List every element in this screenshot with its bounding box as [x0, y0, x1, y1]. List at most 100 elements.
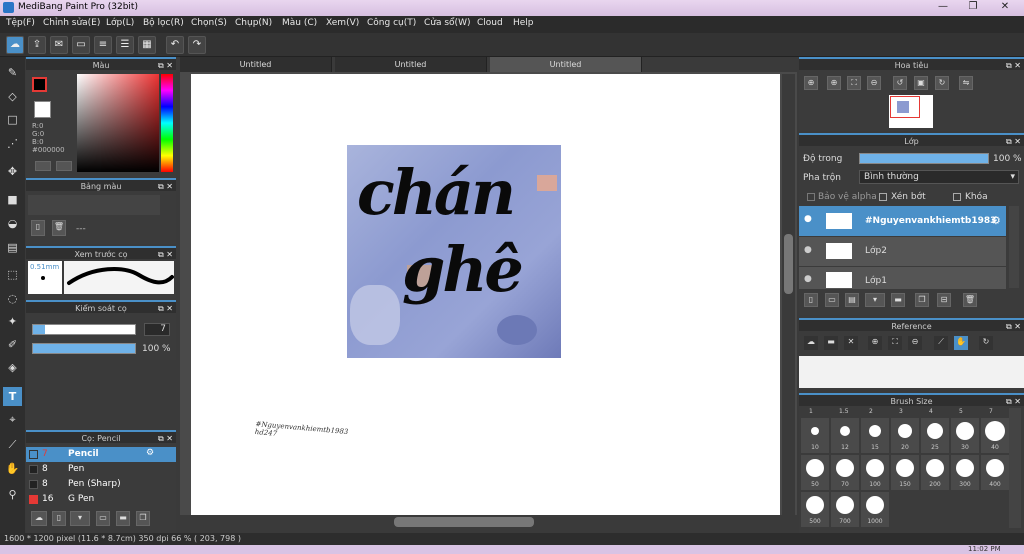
tab-untitled-3[interactable]: Untitled — [490, 57, 642, 72]
lock-checkbox[interactable] — [953, 193, 961, 201]
lasso-tool-icon[interactable]: ◌ — [3, 289, 22, 308]
panel-close-icon[interactable]: ⧉ ✕ — [158, 302, 173, 315]
close-button[interactable]: ✕ — [990, 1, 1020, 14]
delete-layer-icon[interactable]: 🗑 — [963, 293, 977, 307]
foreground-color-swatch[interactable] — [32, 77, 47, 92]
delete-palette-icon[interactable]: 🗑 — [52, 220, 66, 236]
layer-scrollbar[interactable] — [1009, 206, 1019, 288]
merge-layer-icon[interactable]: ⊟ — [937, 293, 951, 307]
menu-edit[interactable]: Chỉnh sửa(E) — [43, 18, 100, 28]
new-layer-icon[interactable]: ▯ — [804, 293, 818, 307]
dot-tool-icon[interactable]: ⋰ — [3, 134, 22, 153]
zoom-in-icon-2[interactable]: ⊕ — [827, 76, 841, 90]
brush-size-cell[interactable]: 700 — [831, 492, 859, 527]
color-settings-icon[interactable] — [35, 161, 51, 171]
menu-layer[interactable]: Lớp(L) — [106, 18, 134, 28]
clipping-checkbox[interactable] — [879, 193, 887, 201]
brush-size-scrollbar[interactable] — [1009, 408, 1021, 528]
document-icon[interactable]: ≡ — [94, 36, 112, 54]
cloud-icon[interactable]: ☁ — [804, 336, 818, 350]
select-tool-icon[interactable]: ⬚ — [3, 265, 22, 284]
menu-help[interactable]: Help — [513, 18, 534, 28]
menu-tools[interactable]: Công cụ(T) — [367, 18, 416, 28]
magic-wand-tool-icon[interactable]: ✦ — [3, 312, 22, 331]
zoom-in-icon[interactable]: ⊕ — [804, 76, 818, 90]
panel-close-icon[interactable]: ⧉ ✕ — [1006, 135, 1021, 148]
panel-close-icon[interactable]: ⧉ ✕ — [158, 180, 173, 193]
select-pen-tool-icon[interactable]: ✐ — [3, 335, 22, 354]
palette-area[interactable] — [28, 195, 160, 215]
menu-select[interactable]: Chọn(S) — [191, 18, 227, 28]
menu-file[interactable]: Tệp(F) — [6, 18, 35, 28]
eye-icon[interactable]: ● — [804, 245, 812, 255]
move-tool-icon[interactable]: ✥ — [3, 162, 22, 181]
brush-size-slider[interactable] — [32, 324, 136, 335]
new-layer-text-icon[interactable]: ▤ — [845, 293, 859, 307]
panel-close-icon[interactable]: ⧉ ✕ — [1006, 320, 1021, 333]
brush-item-pencil[interactable]: 7 Pencil ⚙ — [26, 447, 176, 462]
brush-size-cell[interactable]: 50 — [801, 455, 829, 490]
eyedropper-icon[interactable]: ⟋ — [934, 336, 948, 350]
grid-icon[interactable]: ▦ — [138, 36, 156, 54]
rectangle-tool-icon[interactable]: □ — [3, 110, 22, 129]
brush-size-cell[interactable]: 500 — [801, 492, 829, 527]
protect-alpha-checkbox[interactable] — [807, 193, 815, 201]
vertical-scrollbar[interactable] — [782, 74, 795, 515]
maximize-button[interactable]: ❐ — [960, 1, 986, 14]
folder-icon[interactable]: ▬ — [891, 293, 905, 307]
brush-size-cell[interactable]: 100 — [861, 455, 889, 490]
panel-close-icon[interactable]: ⧉ ✕ — [1006, 59, 1021, 72]
panel-close-icon[interactable]: ⧉ ✕ — [158, 248, 173, 261]
navigator-thumbnail[interactable] — [889, 95, 933, 128]
brush-item-pen-sharp[interactable]: 8 Pen (Sharp) — [26, 477, 176, 492]
rotate-right-icon[interactable]: ↻ — [935, 76, 949, 90]
add-palette-icon[interactable]: ▯ — [31, 220, 45, 236]
rotate-left-icon[interactable]: ↺ — [893, 76, 907, 90]
brush-item-pen[interactable]: 8 Pen — [26, 462, 176, 477]
list-icon[interactable]: ☰ — [116, 36, 134, 54]
flip-icon[interactable]: ⇋ — [959, 76, 973, 90]
color-swap-icon[interactable] — [56, 161, 72, 171]
panel-close-icon[interactable]: ⧉ ✕ — [1006, 395, 1021, 408]
menu-capture[interactable]: Chụp(N) — [235, 18, 272, 28]
layer-item-layer1[interactable]: ● Lớp1 — [799, 267, 1006, 289]
add-brush-icon[interactable]: ▾ — [70, 511, 90, 526]
select-eraser-tool-icon[interactable]: ◈ — [3, 358, 22, 377]
brush-tool-icon[interactable]: ✎ — [3, 63, 22, 82]
menu-window[interactable]: Cửa sổ(W) — [424, 18, 470, 28]
hand-icon[interactable]: ✋ — [954, 336, 968, 350]
panel-close-icon[interactable]: ⧉ ✕ — [158, 59, 173, 72]
zoom-tool-icon[interactable]: ⚲ — [3, 485, 22, 504]
brush-settings-icon[interactable]: ▭ — [96, 511, 110, 526]
brush-size-cell[interactable]: 30 — [951, 418, 979, 453]
eye-icon[interactable]: ● — [804, 214, 812, 224]
add-layer-dropdown-icon[interactable]: ▾ — [865, 293, 885, 307]
upload-icon[interactable]: ⇪ — [28, 36, 46, 54]
menu-cloud[interactable]: Cloud — [477, 18, 503, 28]
rotate-icon[interactable]: ↻ — [979, 336, 993, 350]
page-icon[interactable]: ▭ — [72, 36, 90, 54]
bucket-tool-icon[interactable]: ◒ — [3, 214, 22, 233]
brush-size-cell[interactable]: 200 — [921, 455, 949, 490]
cloud-brush-icon[interactable]: ☁ — [31, 511, 47, 526]
layer-item-layer2[interactable]: ● Lớp2 — [799, 237, 1006, 266]
undo-icon[interactable]: ↶ — [166, 36, 184, 54]
menu-color[interactable]: Màu (C) — [282, 18, 317, 28]
comment-icon[interactable]: ✉ — [50, 36, 68, 54]
fit-icon[interactable]: ⛶ — [847, 76, 861, 90]
background-color-swatch[interactable] — [34, 101, 51, 118]
brush-size-cell[interactable]: 70 — [831, 455, 859, 490]
brush-opacity-slider[interactable] — [32, 343, 136, 354]
text-tool-icon[interactable]: T — [3, 387, 22, 406]
brush-size-input[interactable]: 7 — [144, 323, 170, 336]
layer-item-text[interactable]: ● #Nguyenvankhiemtb1983 ⚙ — [799, 206, 1006, 236]
zoom-in-icon[interactable]: ⊕ — [868, 336, 882, 350]
open-folder-icon[interactable]: ▬ — [824, 336, 838, 350]
zoom-out-icon[interactable]: ⊖ — [867, 76, 881, 90]
brush-size-cell[interactable]: 1000 — [861, 492, 889, 527]
brush-size-cell[interactable]: 12 — [831, 418, 859, 453]
brush-size-cell[interactable]: 150 — [891, 455, 919, 490]
brush-size-cell[interactable]: 25 — [921, 418, 949, 453]
brush-size-cell[interactable]: 40 — [981, 418, 1009, 453]
folder-icon[interactable]: ▬ — [116, 511, 130, 526]
